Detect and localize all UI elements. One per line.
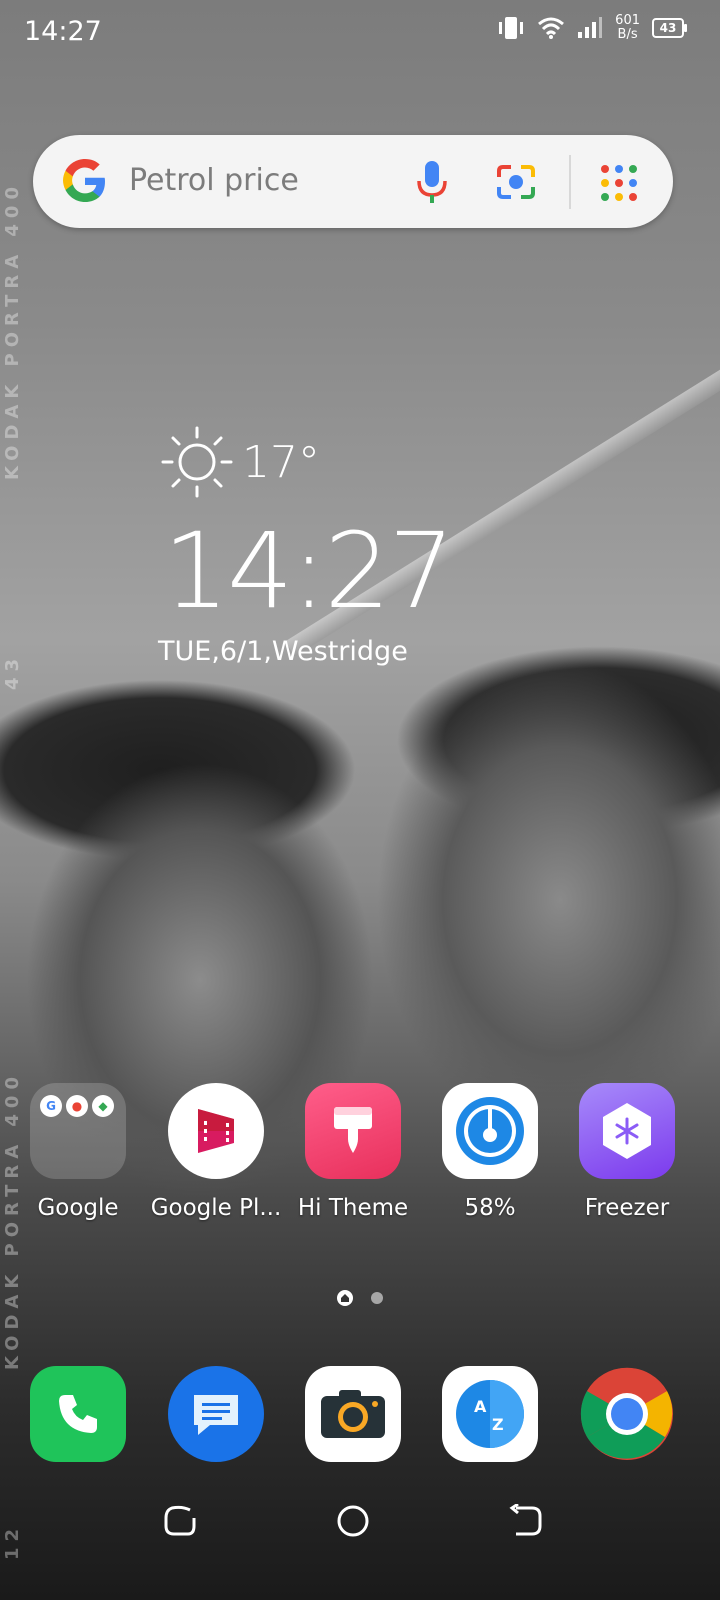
assistant-mini-icon: ●: [66, 1095, 88, 1117]
google-logo-icon: [63, 159, 105, 202]
svg-text:A: A: [474, 1397, 487, 1416]
voice-search-icon[interactable]: [415, 159, 449, 205]
maps-mini-icon: ◆: [92, 1095, 114, 1117]
app-label: 58%: [464, 1195, 516, 1221]
phone-icon: [30, 1366, 126, 1462]
app-label: Freezer: [584, 1195, 670, 1221]
dock-translate[interactable]: A Z: [420, 1366, 560, 1462]
page-indicator[interactable]: [0, 1290, 720, 1306]
wifi-icon: [538, 17, 565, 39]
signal-icon: [578, 17, 603, 38]
search-divider: [569, 155, 571, 209]
app-google-play-movies[interactable]: Google Pl...: [146, 1083, 286, 1221]
svg-text:Z: Z: [492, 1415, 504, 1434]
app-label: Hi Theme: [297, 1195, 409, 1221]
app-google-folder[interactable]: G ● ◆ Google: [8, 1083, 148, 1221]
battery-level: 43: [659, 21, 677, 35]
hi-theme-icon: [305, 1083, 401, 1179]
app-hi-theme[interactable]: Hi Theme: [283, 1083, 423, 1221]
translate-icon: A Z: [442, 1366, 538, 1462]
back-button-icon[interactable]: [508, 1504, 544, 1538]
google-play-movies-icon: [168, 1083, 264, 1179]
dock-messages[interactable]: [146, 1366, 286, 1462]
search-input[interactable]: Petrol price: [129, 163, 299, 198]
sun-icon: [161, 426, 233, 498]
page-dot: [371, 1292, 383, 1304]
status-icons: 601 B/s 43: [497, 14, 687, 42]
wallpaper-film-text-top: KODAK PORTRA 400: [2, 181, 23, 480]
home-clock[interactable]: 14:27: [163, 510, 455, 632]
date-location: TUE,6/1,Westridge: [158, 636, 408, 667]
camera-icon: [305, 1366, 401, 1462]
google-folder-icon: G ● ◆: [30, 1083, 126, 1179]
weather-temperature: 17°: [242, 436, 320, 488]
app-phone-manager[interactable]: 58%: [420, 1083, 560, 1221]
home-page-dot: [337, 1290, 353, 1306]
app-label: Google Pl...: [150, 1195, 282, 1221]
dock-camera[interactable]: [283, 1366, 423, 1462]
weather-widget[interactable]: 17°: [160, 425, 320, 499]
google-lens-icon[interactable]: [495, 163, 537, 201]
recent-apps-icon[interactable]: [162, 1504, 198, 1538]
network-speed: 601 B/s: [615, 14, 640, 42]
status-time: 14:27: [24, 16, 102, 47]
google-mini-icon: G: [40, 1095, 62, 1117]
dock-chrome[interactable]: [557, 1366, 697, 1462]
dock-phone[interactable]: [8, 1366, 148, 1462]
app-freezer[interactable]: Freezer: [557, 1083, 697, 1221]
battery-icon: 43: [652, 18, 687, 38]
google-search-bar[interactable]: Petrol price: [33, 135, 673, 228]
app-label: Google: [37, 1195, 119, 1221]
wallpaper-film-number: 43: [2, 652, 23, 690]
freezer-icon: [579, 1083, 675, 1179]
phone-manager-icon: [442, 1083, 538, 1179]
navigation-bar: [0, 1490, 720, 1550]
network-speed-unit: B/s: [617, 27, 638, 42]
chrome-icon: [579, 1366, 675, 1462]
vibrate-icon: [499, 17, 524, 39]
status-bar: 14:27 601 B/s 43: [0, 0, 720, 64]
home-button-icon[interactable]: [336, 1504, 370, 1538]
wallpaper: [0, 0, 720, 1600]
messages-icon: [168, 1366, 264, 1462]
network-speed-value: 601: [615, 13, 640, 28]
apps-grid-icon[interactable]: [599, 163, 639, 203]
